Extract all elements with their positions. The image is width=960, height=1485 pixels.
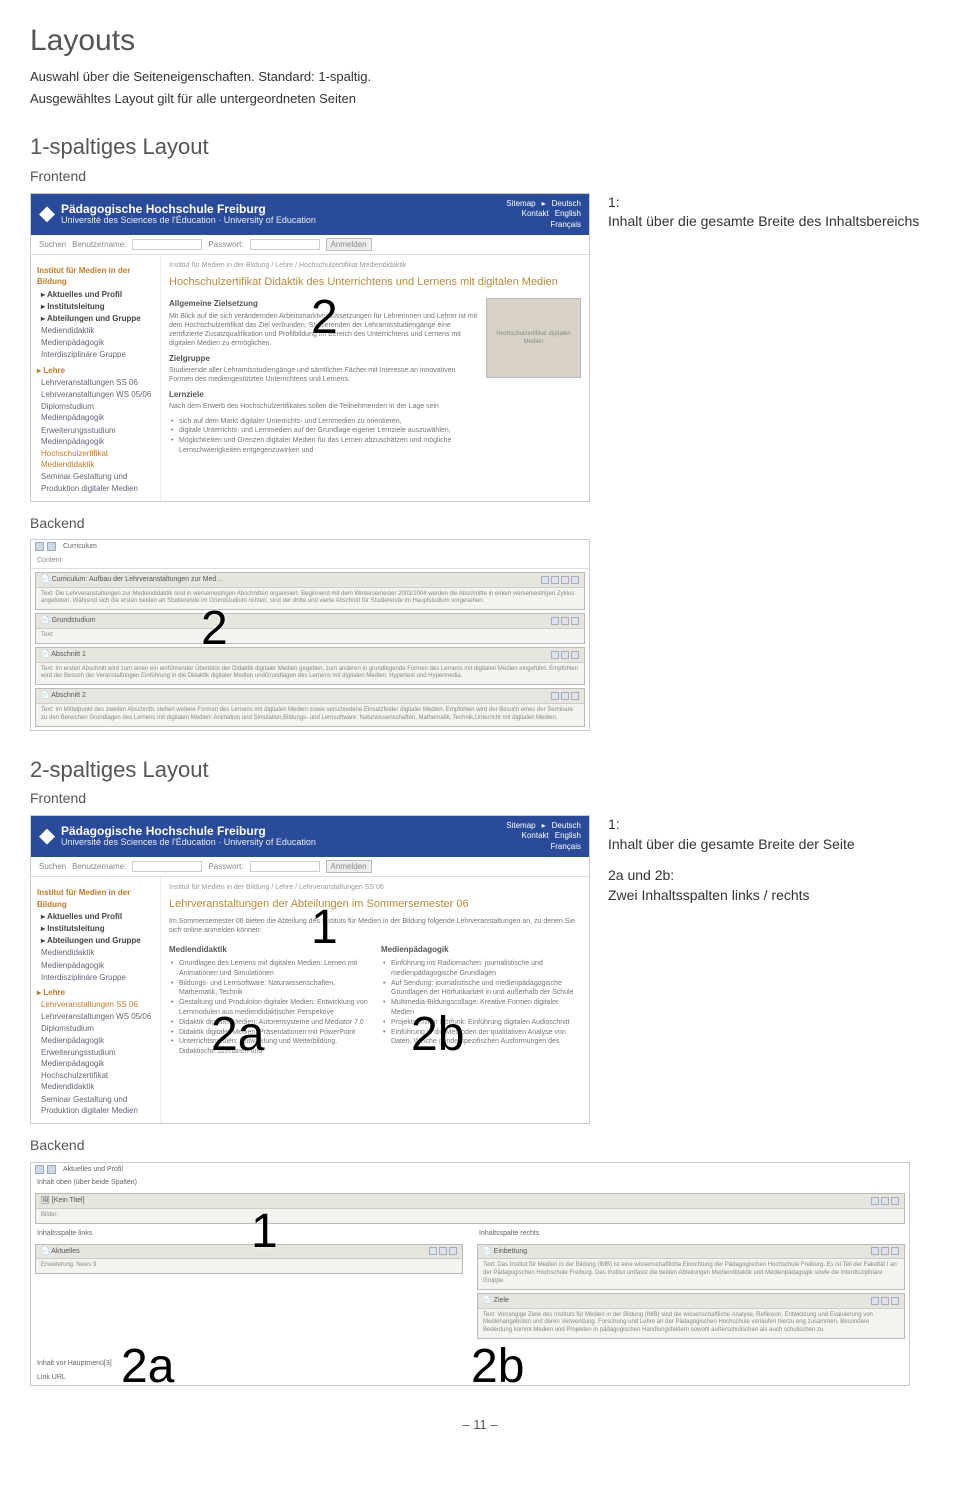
login-button[interactable]: Anmelden	[326, 238, 372, 251]
layout1-heading: 1-spaltiges Layout	[30, 132, 930, 163]
user-input[interactable]	[132, 239, 202, 250]
logo-icon	[39, 829, 55, 845]
content-heading: Hochschulzertifikat Didaktik des Unterri…	[169, 275, 581, 290]
overlay-be-2b: 2b	[471, 1333, 524, 1386]
overlay-2-be: 2	[201, 595, 228, 662]
desc2-text2: Zwei Inhaltsspalten links / rechts	[608, 887, 810, 903]
layout2-frontend-label: Frontend	[30, 789, 930, 809]
sidebar-nav[interactable]: Institut für Medien in der Bildung ▸ Akt…	[31, 255, 161, 501]
desc2-label1: 1:	[608, 816, 620, 832]
layout1-frontend-shot: 2 Pädagogische Hochschule Freiburg Unive…	[30, 193, 590, 502]
toolbar-icon[interactable]	[35, 542, 44, 551]
page-title: Layouts	[30, 20, 930, 62]
desc1-label: 1:	[608, 194, 620, 210]
overlay-2b: 2b	[411, 1001, 464, 1068]
layout1-backend-label: Backend	[30, 514, 930, 534]
breadcrumb: Institut für Medien in der Bildung / Leh…	[169, 261, 581, 271]
user-label: Benutzername:	[72, 239, 126, 250]
layout2-backend-shot: 1 2a 2b Aktuelles und Profil Inhalt oben…	[30, 1162, 910, 1386]
layout1-frontend-label: Frontend	[30, 167, 930, 187]
layout2-heading: 2-spaltiges Layout	[30, 755, 930, 786]
intro-line-1: Auswahl über die Seiteneigenschaften. St…	[30, 68, 930, 86]
desc2-label2: 2a und 2b:	[608, 867, 674, 883]
site-subname: Université des Sciences de l'Éducation ·…	[61, 216, 494, 226]
layout2-frontend-shot: 1 2a 2b Pädagogische Hochschule Freiburg…	[30, 815, 590, 1124]
top-links[interactable]: Sitemap▸Deutsch KontaktEnglish Français	[500, 199, 581, 230]
overlay-2: 2	[311, 284, 338, 351]
search-label[interactable]: Suchen	[39, 239, 66, 250]
overlay-be-2a: 2a	[121, 1333, 174, 1386]
layout2-backend-label: Backend	[30, 1136, 930, 1156]
pass-input[interactable]	[250, 239, 320, 250]
desc1-text: Inhalt über die gesamte Breite des Inhal…	[608, 213, 919, 229]
content-image: Hochschulzertifikat digitalen Medien	[486, 298, 581, 378]
desc2-text1: Inhalt über die gesamte Breite der Seite	[608, 836, 855, 852]
page-number: – 11 –	[30, 1416, 930, 1434]
layout1-backend-shot: 2 Curriculum Content 📄 Curriculum: Aufba…	[30, 539, 590, 730]
sidebar-nav[interactable]: Institut für Medien in der Bildung ▸ Akt…	[31, 877, 161, 1123]
overlay-1: 1	[311, 894, 338, 961]
intro-line-2: Ausgewähltes Layout gilt für alle unterg…	[30, 90, 930, 108]
pass-label: Passwort:	[208, 239, 243, 250]
edit-icon[interactable]	[541, 576, 549, 584]
overlay-2a: 2a	[211, 1001, 264, 1068]
top-links[interactable]: Sitemap▸Deutsch KontaktEnglish Français	[500, 821, 581, 852]
logo-icon	[39, 206, 55, 222]
overlay-be-1: 1	[251, 1198, 278, 1265]
